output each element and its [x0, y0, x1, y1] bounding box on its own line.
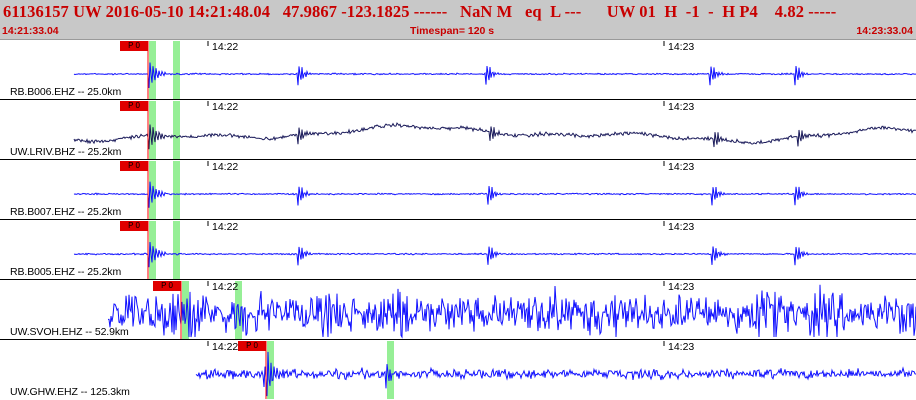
gap-marker	[173, 101, 180, 159]
phase-pick-flag[interactable]: P 0	[120, 221, 148, 231]
waveform-trace	[73, 181, 916, 208]
waveform-trace	[73, 241, 916, 268]
waveform-trace	[73, 122, 916, 150]
time-tick-label: 14:23	[668, 221, 695, 233]
time-tick-label: 14:23	[668, 161, 695, 173]
time-tick-label: 14:22	[212, 161, 239, 173]
waveform-canvas[interactable]	[0, 40, 916, 400]
phase-pick-flag[interactable]: P 0	[120, 41, 148, 51]
time-tick-label: 14:22	[212, 341, 239, 353]
waveform-trace	[195, 351, 916, 397]
waveform-trace	[73, 62, 916, 89]
time-tick-label: 14:22	[212, 41, 239, 53]
time-tick-label: 14:22	[212, 101, 239, 113]
time-tick-label: 14:22	[212, 281, 239, 293]
timespan-label: Timespan= 120 s	[410, 25, 495, 37]
time-tick-label: 14:23	[668, 281, 695, 293]
start-time: 14:21:33.04	[2, 25, 59, 37]
phase-pick-flag[interactable]: P 0	[238, 341, 266, 351]
event-header: 61136157 UW 2016-05-10 14:21:48.04 47.98…	[0, 0, 916, 40]
channel-label: RB.B007.EHZ -- 25.2km	[10, 206, 122, 218]
gap-marker	[173, 161, 180, 219]
time-tick-label: 14:23	[668, 341, 695, 353]
phase-pick-flag[interactable]: P 0	[120, 161, 148, 171]
channel-label: RB.B006.EHZ -- 25.0km	[10, 86, 122, 98]
event-title: 61136157 UW 2016-05-10 14:21:48.04 47.98…	[3, 2, 837, 21]
channel-label: UW.SVOH.EHZ -- 52.9km	[10, 326, 129, 338]
end-time: 14:23:33.04	[856, 25, 913, 37]
channel-label: UW.GHW.EHZ -- 125.3km	[10, 386, 130, 398]
gap-marker	[173, 41, 180, 99]
phase-pick-flag[interactable]: P 0	[153, 281, 181, 291]
channel-label: UW.LRIV.BHZ -- 25.2km	[10, 146, 122, 158]
seismogram-panel[interactable]: P 0 14:22 14:23 RB.B006.EHZ -- 25.0km P …	[0, 40, 916, 400]
time-tick-label: 14:23	[668, 41, 695, 53]
channel-label: RB.B005.EHZ -- 25.2km	[10, 266, 122, 278]
phase-pick-flag[interactable]: P 0	[120, 101, 148, 111]
time-tick-label: 14:22	[212, 221, 239, 233]
time-tick-label: 14:23	[668, 101, 695, 113]
gap-marker	[173, 221, 180, 279]
